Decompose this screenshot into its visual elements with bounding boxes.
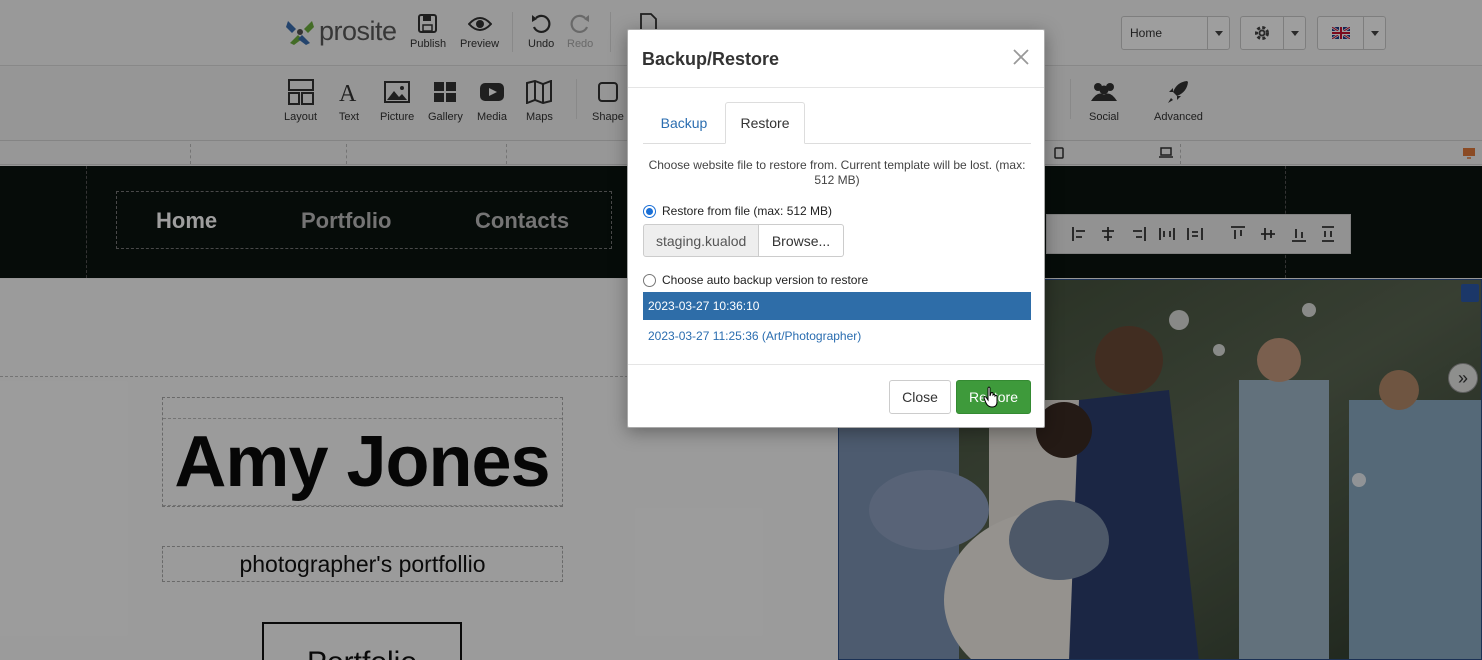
- restore-from-file-option[interactable]: Restore from file (max: 512 MB): [643, 204, 832, 218]
- auto-backup-option[interactable]: Choose auto backup version to restore: [643, 273, 868, 287]
- file-name-field[interactable]: staging.kualod: [643, 224, 759, 257]
- restore-info-text: Choose website file to restore from. Cur…: [648, 158, 1026, 187]
- auto-backup-radio[interactable]: [643, 273, 656, 287]
- dialog-title: Backup/Restore: [642, 49, 780, 69]
- tab-backup[interactable]: Backup: [643, 102, 725, 144]
- file-picker[interactable]: staging.kualod Browse...: [643, 224, 844, 257]
- dialog-footer: Close Restore: [628, 364, 1044, 428]
- close-icon[interactable]: [1010, 46, 1032, 68]
- backup-restore-dialog: Backup/Restore Backup Restore Choose web…: [627, 29, 1045, 428]
- hand-cursor-icon: [983, 386, 998, 408]
- tab-restore[interactable]: Restore: [725, 102, 805, 144]
- close-button[interactable]: Close: [889, 380, 951, 414]
- backup-version-list: 2023-03-27 10:36:10 2023-03-27 11:25:36 …: [643, 292, 1031, 350]
- restore-from-file-label: Restore from file (max: 512 MB): [662, 204, 833, 218]
- auto-backup-label: Choose auto backup version to restore: [662, 273, 869, 287]
- restore-from-file-radio[interactable]: [643, 204, 656, 218]
- dialog-header: Backup/Restore: [628, 30, 1044, 88]
- dialog-tabs: Backup Restore: [643, 102, 1031, 144]
- browse-button[interactable]: Browse...: [759, 224, 844, 257]
- backup-version-item[interactable]: 2023-03-27 10:36:10: [643, 292, 1031, 320]
- backup-version-item[interactable]: 2023-03-27 11:25:36 (Art/Photographer): [643, 322, 1031, 350]
